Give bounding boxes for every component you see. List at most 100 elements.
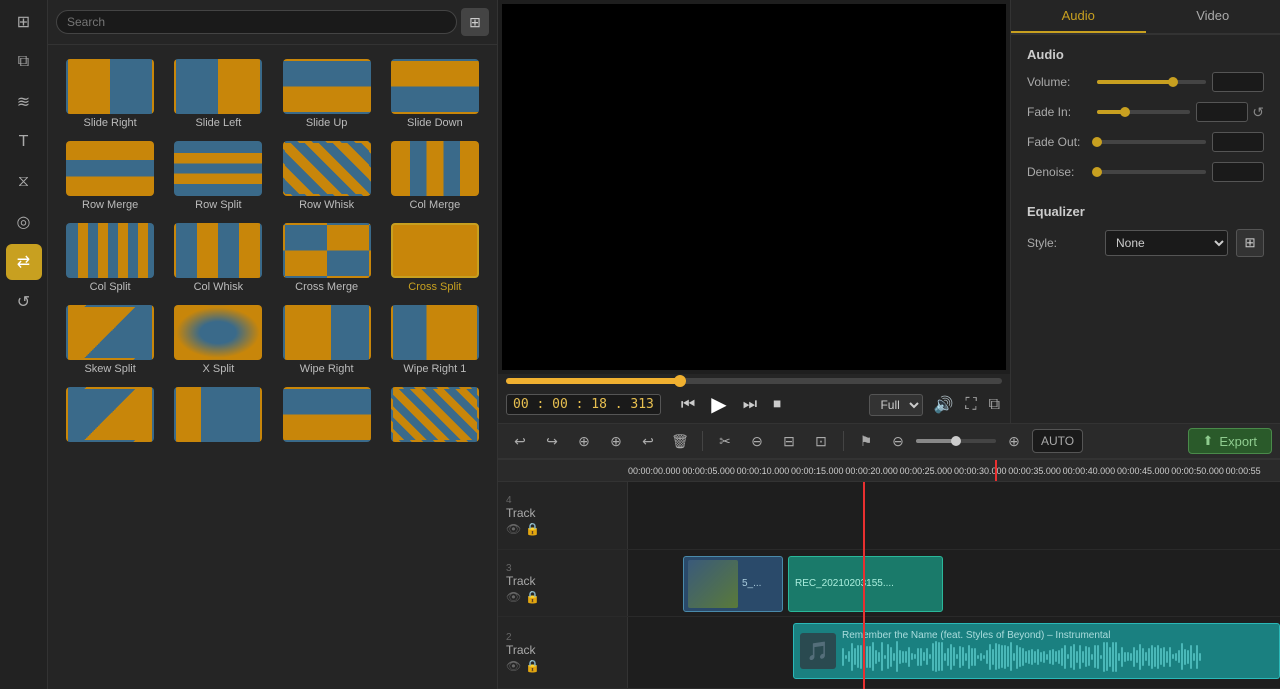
style-select[interactable]: NoneBass BoostTreble BoostVocal bbox=[1105, 230, 1228, 256]
track-content-2[interactable]: 🎵 Remember the Name (feat. Styles of Bey… bbox=[628, 617, 1280, 688]
track-header-4: 4 Track 👁 🔒 bbox=[498, 482, 628, 549]
transition-item-14[interactable]: X Split bbox=[164, 299, 272, 381]
marker-button[interactable]: ⚑ bbox=[852, 427, 880, 455]
sidebar-icon-effects[interactable]: ≋ bbox=[6, 84, 42, 120]
denoise-slider[interactable] bbox=[1097, 170, 1206, 174]
transition-label-6: Row Split bbox=[195, 199, 241, 211]
track3-visibility[interactable]: 👁 bbox=[506, 590, 521, 604]
pip-button[interactable]: ⧉ bbox=[987, 394, 1002, 416]
minus-button[interactable]: ⊖ bbox=[743, 427, 771, 455]
video-clip-3[interactable]: 5_... bbox=[683, 556, 783, 612]
transition-item-20[interactable] bbox=[381, 381, 489, 451]
track3-lock[interactable]: 🔒 bbox=[525, 590, 540, 604]
sidebar-icon-media[interactable]: ⊞ bbox=[6, 4, 42, 40]
track2-visibility[interactable]: 👁 bbox=[506, 659, 521, 673]
progress-knob[interactable] bbox=[674, 375, 686, 387]
export-button[interactable]: ⬆ Export bbox=[1188, 428, 1272, 454]
volume-fill bbox=[1097, 80, 1173, 84]
transition-thumb-11 bbox=[283, 223, 371, 278]
track2-lock[interactable]: 🔒 bbox=[525, 659, 540, 673]
volume-label: Volume: bbox=[1027, 75, 1097, 89]
undo-button[interactable]: ↩ bbox=[506, 427, 534, 455]
delete-button[interactable]: 🗑 bbox=[666, 427, 694, 455]
grid-view-button[interactable]: ⊞ bbox=[461, 8, 489, 36]
auto-button[interactable]: AUTO bbox=[1032, 429, 1083, 453]
fade-out-knob[interactable] bbox=[1092, 137, 1102, 147]
tab-audio[interactable]: Audio bbox=[1011, 0, 1146, 33]
transition-thumb-16 bbox=[391, 305, 479, 360]
track-header-3: 3 Track 👁 🔒 bbox=[498, 550, 628, 617]
audio-clip-2[interactable]: 🎵 Remember the Name (feat. Styles of Bey… bbox=[793, 623, 1280, 679]
zoom-out-button[interactable]: ⊖ bbox=[884, 427, 912, 455]
play-button[interactable]: ▶ bbox=[707, 390, 730, 419]
transition-item-8[interactable]: Col Merge bbox=[381, 135, 489, 217]
transition-item-3[interactable]: Slide Up bbox=[273, 53, 381, 135]
transition-item-11[interactable]: Cross Merge bbox=[273, 217, 381, 299]
transition-item-10[interactable]: Col Whisk bbox=[164, 217, 272, 299]
quality-select[interactable]: Full1/21/4 bbox=[869, 394, 923, 416]
split-button[interactable]: ⊟ bbox=[775, 427, 803, 455]
zoom-slider[interactable] bbox=[916, 439, 996, 443]
track-content-4[interactable] bbox=[628, 482, 1280, 549]
eq-settings-button[interactable]: ⊞ bbox=[1236, 229, 1264, 257]
denoise-knob[interactable] bbox=[1092, 167, 1102, 177]
green-clip-3[interactable]: REC_20210203155.... bbox=[788, 556, 943, 612]
equalizer-title: Equalizer bbox=[1027, 204, 1264, 219]
transition-item-7[interactable]: Row Whisk bbox=[273, 135, 381, 217]
fade-in-slider[interactable] bbox=[1097, 110, 1190, 114]
fade-in-reset[interactable]: ↺ bbox=[1252, 104, 1264, 121]
transition-item-12[interactable]: Cross Split bbox=[381, 217, 489, 299]
fullscreen-button[interactable]: ⛶ bbox=[963, 394, 978, 416]
track-content-3[interactable]: 5_... REC_20210203155.... bbox=[628, 550, 1280, 617]
transition-item-9[interactable]: Col Split bbox=[56, 217, 164, 299]
fade-out-value[interactable]: 0.000s bbox=[1212, 132, 1264, 152]
track4-lock[interactable]: 🔒 bbox=[525, 522, 540, 536]
add-button2[interactable]: ⊕ bbox=[602, 427, 630, 455]
search-input[interactable] bbox=[56, 10, 457, 34]
volume-value[interactable]: 100 bbox=[1212, 72, 1264, 92]
cut-button[interactable]: ✂ bbox=[711, 427, 739, 455]
right-panel: Audio Video Audio Volume: 100 Fade bbox=[1010, 0, 1280, 423]
transition-item-17[interactable] bbox=[56, 381, 164, 451]
tab-video[interactable]: Video bbox=[1146, 0, 1280, 33]
progress-bar[interactable] bbox=[506, 378, 1002, 384]
playback-bar: 00 : 00 : 18 . 313 ⏮ ▶ ⏭ ⏹ Full1/21/4 🔊 … bbox=[498, 374, 1010, 423]
track4-visibility[interactable]: 👁 bbox=[506, 522, 521, 536]
transition-item-1[interactable]: Slide Right bbox=[56, 53, 164, 135]
ruler-mark-7: 00:00:35.000 bbox=[1008, 466, 1062, 476]
transition-item-15[interactable]: Wipe Right bbox=[273, 299, 381, 381]
add-media-button[interactable]: ⊕ bbox=[570, 427, 598, 455]
fade-in-value[interactable]: 0.550s bbox=[1196, 102, 1248, 122]
transition-item-13[interactable]: Skew Split bbox=[56, 299, 164, 381]
transition-thumb-1 bbox=[66, 59, 154, 114]
transition-item-6[interactable]: Row Split bbox=[164, 135, 272, 217]
fade-in-knob[interactable] bbox=[1120, 107, 1130, 117]
transition-item-19[interactable] bbox=[273, 381, 381, 451]
transition-item-2[interactable]: Slide Left bbox=[164, 53, 272, 135]
sidebar-icon-color[interactable]: ◎ bbox=[6, 204, 42, 240]
skip-forward-button[interactable]: ⏭ bbox=[739, 394, 761, 416]
zoom-in-button[interactable]: ⊕ bbox=[1000, 427, 1028, 455]
equalizer-section: Equalizer Style: NoneBass BoostTreble Bo… bbox=[1011, 204, 1280, 269]
skip-back-button[interactable]: ⏮ bbox=[677, 394, 699, 416]
sidebar-icon-text[interactable]: T bbox=[6, 124, 42, 160]
fade-out-slider[interactable] bbox=[1097, 140, 1206, 144]
crop-button[interactable]: ⊡ bbox=[807, 427, 835, 455]
transition-item-16[interactable]: Wipe Right 1 bbox=[381, 299, 489, 381]
back-button[interactable]: ↩ bbox=[634, 427, 662, 455]
transition-item-5[interactable]: Row Merge bbox=[56, 135, 164, 217]
stop-button[interactable]: ⏹ bbox=[769, 394, 785, 416]
redo-button[interactable]: ↪ bbox=[538, 427, 566, 455]
sidebar-icon-layers[interactable]: ⧉ bbox=[6, 44, 42, 80]
sidebar-icon-filter[interactable]: ⧖ bbox=[6, 164, 42, 200]
transition-item-4[interactable]: Slide Down bbox=[381, 53, 489, 135]
denoise-value[interactable]: 0 bbox=[1212, 162, 1264, 182]
sidebar-icon-transitions[interactable]: ⇄ bbox=[6, 244, 42, 280]
transition-thumb-4 bbox=[391, 59, 479, 114]
sidebar-icon-motion[interactable]: ↺ bbox=[6, 284, 42, 320]
transition-item-18[interactable] bbox=[164, 381, 272, 451]
zoom-knob[interactable] bbox=[951, 436, 961, 446]
volume-knob[interactable] bbox=[1168, 77, 1178, 87]
volume-button[interactable]: 🔊 bbox=[931, 393, 955, 417]
volume-slider[interactable] bbox=[1097, 80, 1206, 84]
